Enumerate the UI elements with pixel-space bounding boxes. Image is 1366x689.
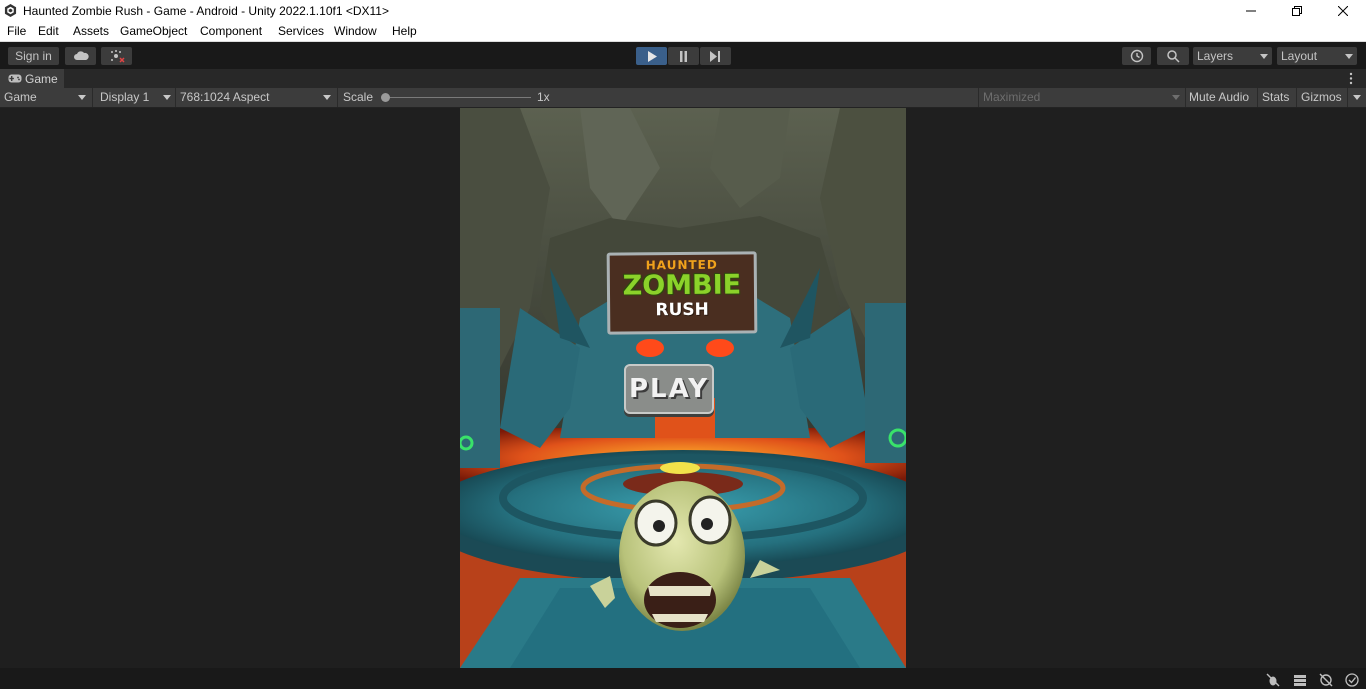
pause-icon	[680, 50, 687, 62]
scale-label: Scale	[343, 90, 374, 104]
menu-edit[interactable]: Edit	[38, 24, 59, 38]
play-button-label: PLAY	[628, 374, 710, 404]
divider	[175, 88, 176, 107]
view-dropdown[interactable]: Game	[4, 90, 37, 104]
tab-game[interactable]: Game	[0, 69, 64, 88]
mute-audio-toggle[interactable]: Mute Audio	[1189, 90, 1249, 104]
logo-line-rush: RUSH	[655, 299, 709, 321]
chevron-down-icon	[1260, 54, 1268, 59]
restore-button[interactable]	[1274, 0, 1320, 22]
divider	[337, 88, 338, 107]
status-bar	[0, 668, 1366, 689]
cache-server-icon[interactable]	[1293, 673, 1307, 687]
menu-gameobject[interactable]: GameObject	[120, 24, 187, 38]
divider	[1257, 88, 1258, 107]
debug-off-icon[interactable]	[1266, 673, 1280, 687]
game-view-toolbar: Game Display 1 768:1024 Aspect Scale 1x …	[0, 88, 1366, 108]
gizmos-toggle[interactable]: Gizmos	[1301, 90, 1342, 104]
chevron-down-icon	[78, 95, 86, 100]
game-render[interactable]: HAUNTED ZOMBIE RUSH PLAY	[460, 108, 906, 668]
aspect-dropdown[interactable]: 768:1024 Aspect	[180, 90, 269, 104]
menu-bar: File Edit Assets GameObject Component Se…	[0, 22, 1366, 42]
collab-status-icon	[110, 50, 125, 63]
menu-help[interactable]: Help	[392, 24, 417, 38]
divider	[1185, 88, 1186, 107]
logo-line-zombie: ZOMBIE	[622, 269, 742, 302]
auto-generate-lighting-icon[interactable]	[1319, 673, 1333, 687]
search-icon	[1166, 49, 1180, 63]
tab-game-label: Game	[25, 72, 58, 86]
chevron-down-icon	[1345, 54, 1353, 59]
collab-button[interactable]	[101, 47, 132, 65]
play-button[interactable]: PLAY	[624, 364, 714, 414]
menu-services[interactable]: Services	[278, 24, 324, 38]
restore-icon	[1292, 6, 1302, 16]
search-button[interactable]	[1157, 47, 1189, 65]
undo-history-button[interactable]	[1122, 47, 1151, 65]
minimize-button[interactable]	[1228, 0, 1274, 22]
chevron-down-icon[interactable]	[1353, 95, 1361, 100]
main-toolbar: Sign in Layers Layout	[0, 42, 1366, 69]
play-mode-button[interactable]	[636, 47, 667, 65]
cloud-button[interactable]	[65, 47, 96, 65]
game-logo: HAUNTED ZOMBIE RUSH	[606, 251, 758, 335]
cloud-icon	[73, 51, 89, 60]
chevron-down-icon	[163, 95, 171, 100]
gamepad-icon	[8, 74, 22, 83]
step-icon	[710, 50, 720, 62]
play-icon	[647, 50, 657, 62]
unity-logo-icon	[4, 4, 17, 17]
divider	[1347, 88, 1348, 107]
game-view-area: HAUNTED ZOMBIE RUSH PLAY	[0, 108, 1366, 668]
stats-toggle[interactable]: Stats	[1262, 90, 1289, 104]
scale-value: 1x	[537, 90, 550, 104]
chevron-down-icon	[1172, 95, 1180, 100]
divider	[978, 88, 979, 107]
scale-slider-track[interactable]	[385, 97, 531, 98]
display-dropdown[interactable]: Display 1	[100, 90, 149, 104]
pause-button[interactable]	[668, 47, 699, 65]
layers-label: Layers	[1197, 49, 1234, 63]
step-button[interactable]	[700, 47, 731, 65]
menu-file[interactable]: File	[7, 24, 26, 38]
progress-check-icon[interactable]	[1345, 673, 1359, 687]
title-bar: Haunted Zombie Rush - Game - Android - U…	[0, 0, 1366, 22]
play-mode-dropdown[interactable]: Maximized	[983, 90, 1040, 104]
layout-label: Layout	[1281, 49, 1318, 63]
layers-dropdown[interactable]: Layers	[1193, 47, 1272, 65]
more-vertical-icon	[1349, 72, 1353, 85]
tab-row: Game	[0, 69, 1366, 88]
divider	[1296, 88, 1297, 107]
minimize-icon	[1246, 10, 1256, 12]
close-button[interactable]	[1320, 0, 1366, 22]
layout-dropdown[interactable]: Layout	[1277, 47, 1357, 65]
close-icon	[1338, 6, 1348, 16]
tab-menu-button[interactable]	[1349, 72, 1353, 85]
menu-window[interactable]: Window	[334, 24, 377, 38]
chevron-down-icon	[323, 95, 331, 100]
menu-assets[interactable]: Assets	[73, 24, 109, 38]
scale-slider-handle[interactable]	[381, 93, 390, 102]
divider	[92, 88, 93, 107]
history-icon	[1130, 49, 1143, 63]
sign-in-button[interactable]: Sign in	[8, 47, 59, 65]
window-title: Haunted Zombie Rush - Game - Android - U…	[23, 4, 389, 18]
menu-component[interactable]: Component	[200, 24, 262, 38]
